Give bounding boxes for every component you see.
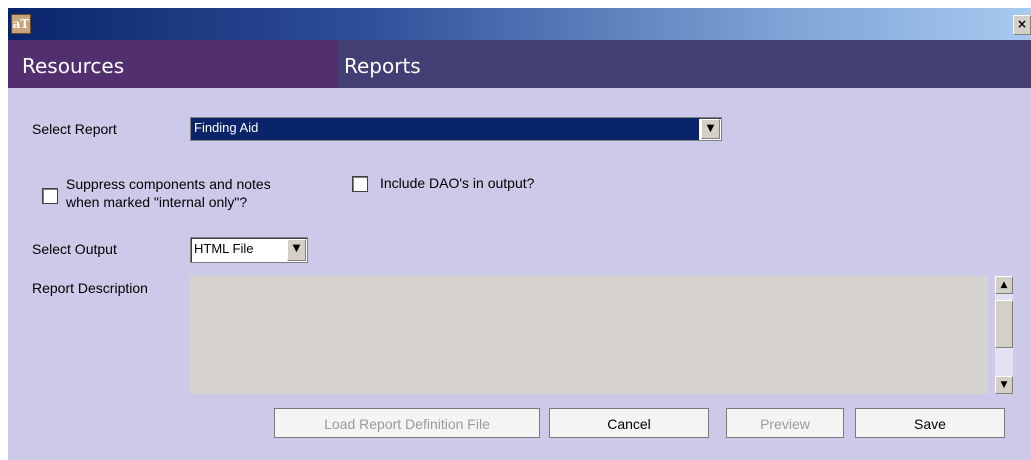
arrow-down-icon[interactable]: ▼	[995, 376, 1013, 394]
close-button[interactable]: ×	[1013, 15, 1031, 35]
report-description-textarea[interactable]	[190, 276, 988, 394]
chevron-down-icon[interactable]: ▼	[701, 119, 720, 139]
cancel-button[interactable]: Cancel	[549, 408, 709, 438]
scrollbar-thumb[interactable]	[995, 300, 1013, 348]
include-dao-label: Include DAO's in output?	[380, 175, 535, 191]
header-left-panel: Resources	[8, 40, 338, 88]
select-output-dropdown[interactable]: HTML File ▼	[190, 237, 308, 263]
select-output-label: Select Output	[32, 241, 117, 257]
reports-window: aT × Resources Reports Select Report Fin…	[8, 8, 1031, 460]
suppress-internal-checkbox[interactable]	[42, 188, 58, 204]
app-logo-icon: aT	[11, 14, 31, 34]
select-output-value: HTML File	[194, 241, 254, 256]
reports-title: Reports	[344, 54, 421, 78]
arrow-up-icon[interactable]: ▲	[995, 276, 1013, 294]
include-dao-checkbox[interactable]	[352, 176, 368, 192]
preview-button[interactable]: Preview	[726, 408, 844, 438]
suppress-label-line1: Suppress components and notes	[66, 176, 271, 192]
suppress-internal-label: Suppress components and notes when marke…	[66, 175, 271, 211]
resources-title: Resources	[22, 54, 125, 78]
select-report-label: Select Report	[32, 121, 117, 137]
header-right-panel: Reports	[338, 40, 1031, 88]
chevron-down-icon[interactable]: ▼	[287, 239, 306, 261]
select-report-value: Finding Aid	[191, 118, 699, 140]
report-description-label: Report Description	[32, 280, 148, 296]
select-report-dropdown[interactable]: Finding Aid ▼	[190, 117, 722, 141]
load-report-definition-button[interactable]: Load Report Definition File	[274, 408, 540, 438]
header: Resources Reports	[8, 40, 1031, 88]
suppress-label-line2: when marked "internal only"?	[66, 194, 248, 210]
title-bar[interactable]: aT ×	[8, 8, 1031, 40]
description-scrollbar[interactable]: ▲ ▼	[995, 276, 1013, 394]
save-button[interactable]: Save	[855, 408, 1005, 438]
